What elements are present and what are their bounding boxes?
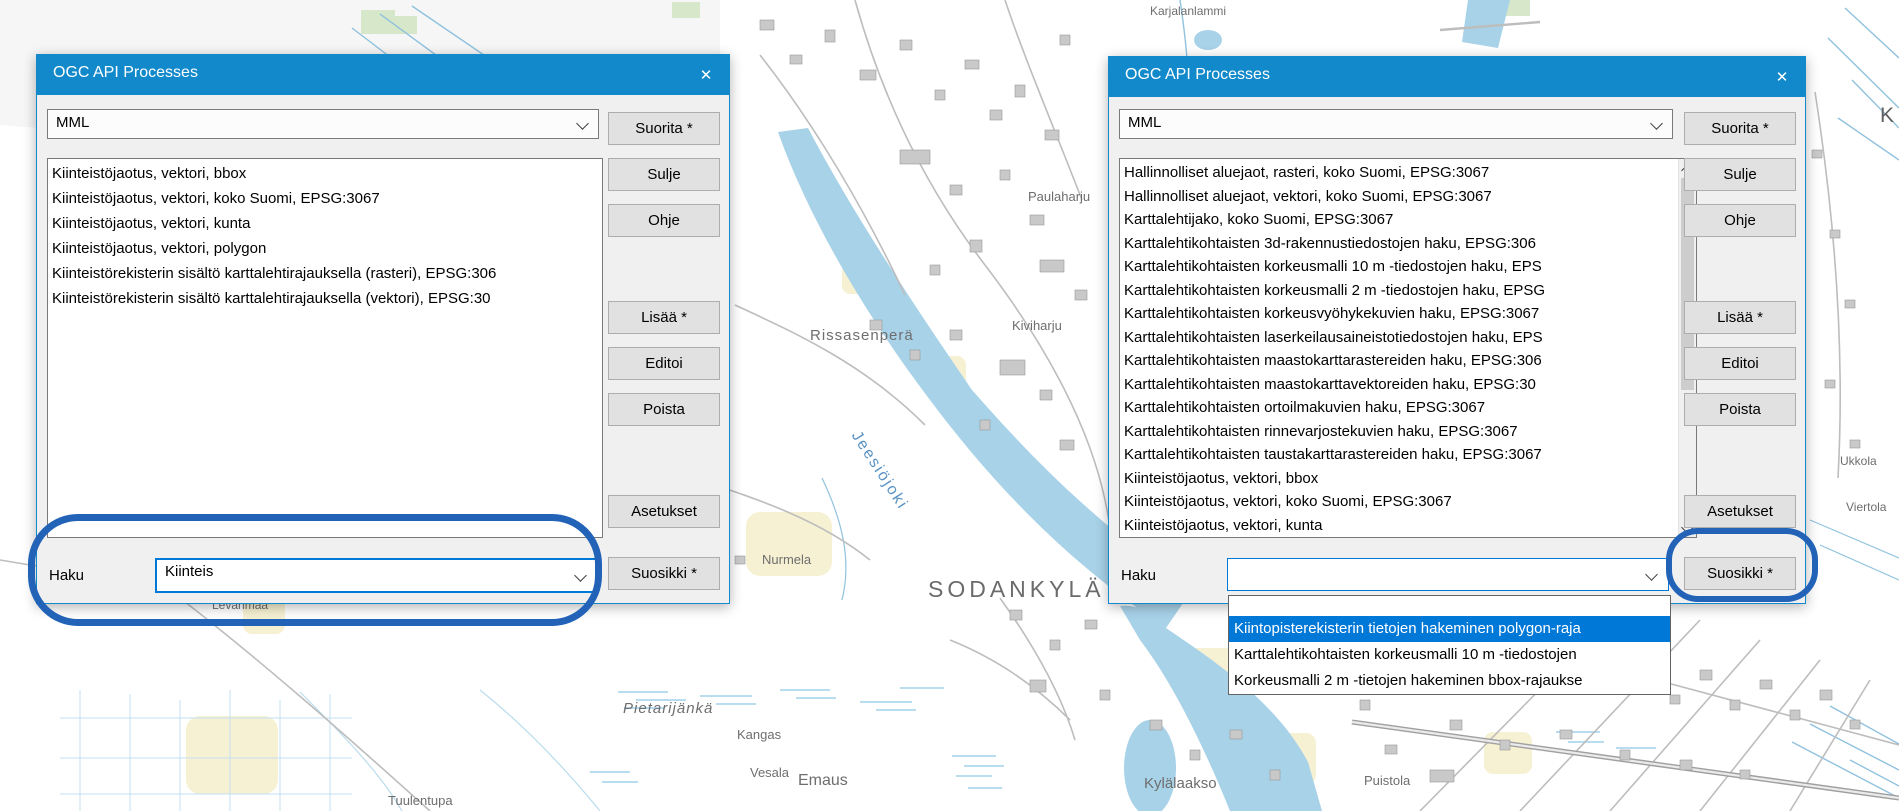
chevron-down-icon <box>574 569 587 582</box>
process-list-item[interactable]: Karttalehtikohtaisten maastokarttavektor… <box>1124 373 1676 397</box>
haku-search-dropdown[interactable]: Kiintopisterekisterin tietojen hakeminen… <box>1228 595 1671 695</box>
process-list-item[interactable]: Kiinteistöjaotus, vektori, bbox <box>1124 467 1676 491</box>
process-list-item[interactable]: Karttalehtikohtaisten korkeusmalli 10 m … <box>1124 255 1676 279</box>
process-list-item[interactable]: Kiinteistörekisterin sisältö karttalehti… <box>52 286 602 311</box>
ohje-button[interactable]: Ohje <box>1684 204 1796 237</box>
poista-button[interactable]: Poista <box>608 393 720 426</box>
sulje-button[interactable]: Sulje <box>608 158 720 191</box>
suorita-button[interactable]: Suorita * <box>608 112 720 145</box>
search-suggestion-item[interactable]: Korkeusmalli 2 m -tietojen hakeminen bbo… <box>1229 668 1670 694</box>
process-list-item[interactable]: Karttalehtikohtaisten ortoilmakuvien hak… <box>1124 396 1676 420</box>
haku-label: Haku <box>49 567 84 584</box>
process-list-item[interactable]: Kiinteistöjaotus, vektori, polygon <box>52 236 602 261</box>
haku-search-input[interactable] <box>1236 562 1638 579</box>
asetukset-button[interactable]: Asetukset <box>1684 495 1796 528</box>
process-list-item[interactable]: Karttalehtikohtaisten maastokarttaraster… <box>1124 349 1676 373</box>
process-list-item[interactable]: Karttalehtikohtaisten laserkeilausaineis… <box>1124 326 1676 350</box>
haku-search-combobox[interactable] <box>1227 558 1669 591</box>
poista-button[interactable]: Poista <box>1684 393 1796 426</box>
title-bar[interactable]: OGC API Processes ✕ <box>37 55 729 95</box>
lisaa-button[interactable]: Lisää * <box>608 301 720 334</box>
process-list-item[interactable]: Kiinteistöjaotus, vektori, kunta <box>1124 514 1676 538</box>
suosikki-button[interactable]: Suosikki * <box>608 557 720 590</box>
dialog-title: OGC API Processes <box>1125 66 1270 84</box>
chevron-down-icon <box>576 117 589 130</box>
process-list-item[interactable]: Kiinteistörekisterin sisältö karttalehti… <box>52 261 602 286</box>
source-combobox[interactable]: MML <box>1119 109 1673 139</box>
process-list-item[interactable]: Kiinteistöjaotus, vektori, koko Suomi, E… <box>52 186 602 211</box>
process-list-item[interactable]: Karttalehtijako, koko Suomi, EPSG:3067 <box>1124 208 1676 232</box>
process-list-item[interactable]: Hallinnolliset aluejaot, vektori, koko S… <box>1124 185 1676 209</box>
haku-label: Haku <box>1121 567 1156 584</box>
title-bar[interactable]: OGC API Processes ✕ <box>1109 57 1805 97</box>
process-list-item[interactable]: Karttalehtikohtaisten korkeusvyöhykekuvi… <box>1124 302 1676 326</box>
process-list-item[interactable]: Kiinteistöjaotus, vektori, koko Suomi, E… <box>1124 490 1676 514</box>
ohje-button[interactable]: Ohje <box>608 204 720 237</box>
ogc-api-processes-dialog-left: OGC API Processes ✕ MML Kiinteistöjaotus… <box>36 54 730 604</box>
search-suggestion-empty[interactable] <box>1229 596 1670 616</box>
haku-search-input[interactable] <box>165 563 567 580</box>
haku-search-combobox[interactable] <box>155 558 599 593</box>
process-listbox[interactable]: Hallinnolliset aluejaot, rasteri, koko S… <box>1119 158 1697 538</box>
ogc-api-processes-dialog-right: OGC API Processes ✕ MML Hallinnolliset a… <box>1108 56 1806 604</box>
process-list-item[interactable]: Karttalehtikohtaisten rinnevarjostekuvie… <box>1124 420 1676 444</box>
process-list-item[interactable]: Karttalehtikohtaisten taustakarttaraster… <box>1124 443 1676 467</box>
chevron-down-icon <box>1650 117 1663 130</box>
search-suggestion-item[interactable]: Kiintopisterekisterin tietojen hakeminen… <box>1229 616 1670 642</box>
sulje-button[interactable]: Sulje <box>1684 158 1796 191</box>
lisaa-button[interactable]: Lisää * <box>1684 301 1796 334</box>
process-listbox[interactable]: Kiinteistöjaotus, vektori, bboxKiinteist… <box>47 158 603 538</box>
close-icon[interactable]: ✕ <box>683 55 729 95</box>
source-combobox-value: MML <box>1128 114 1161 131</box>
editoi-button[interactable]: Editoi <box>1684 347 1796 380</box>
close-icon[interactable]: ✕ <box>1759 57 1805 97</box>
chevron-down-icon <box>1645 568 1658 581</box>
source-combobox-value: MML <box>56 114 89 131</box>
dialog-title: OGC API Processes <box>53 64 198 82</box>
asetukset-button[interactable]: Asetukset <box>608 495 720 528</box>
editoi-button[interactable]: Editoi <box>608 347 720 380</box>
source-combobox[interactable]: MML <box>47 109 599 139</box>
process-list-item[interactable]: Hallinnolliset aluejaot, rasteri, koko S… <box>1124 161 1676 185</box>
suosikki-button[interactable]: Suosikki * <box>1684 557 1796 590</box>
process-list-item[interactable]: Kiinteistöjaotus, vektori, kunta <box>52 211 602 236</box>
process-list-item[interactable]: Karttalehtikohtaisten korkeusmalli 2 m -… <box>1124 279 1676 303</box>
process-list-item[interactable]: Kiinteistöjaotus, vektori, bbox <box>52 161 602 186</box>
process-list-item[interactable]: Karttalehtikohtaisten 3d-rakennustiedost… <box>1124 232 1676 256</box>
suorita-button[interactable]: Suorita * <box>1684 112 1796 145</box>
search-suggestion-item[interactable]: Karttalehtikohtaisten korkeusmalli 10 m … <box>1229 642 1670 668</box>
